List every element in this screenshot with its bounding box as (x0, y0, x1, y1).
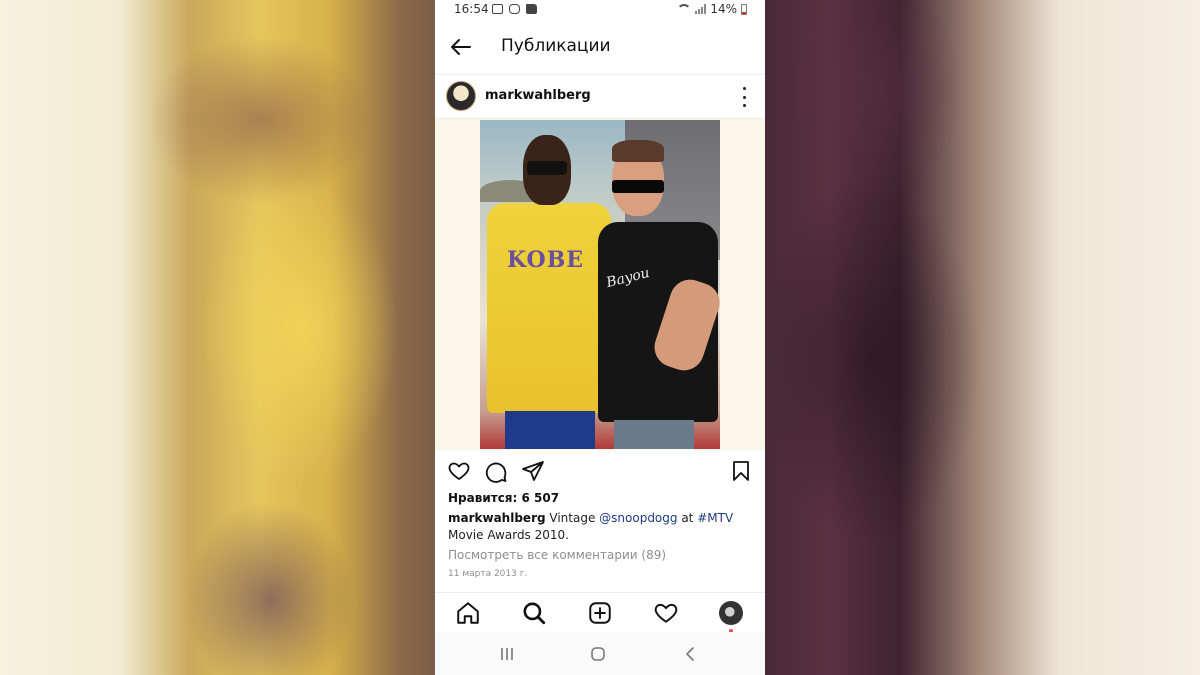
battery-percent: 14% (710, 2, 737, 16)
battery-icon (741, 3, 747, 15)
comment-icon[interactable] (484, 459, 508, 483)
page-title: Публикации (501, 36, 611, 56)
search-icon[interactable] (521, 600, 547, 626)
caption-mention[interactable]: @snoopdogg (599, 511, 677, 525)
post-header: markwahlberg (435, 74, 765, 119)
arrow-left-icon[interactable] (449, 35, 473, 59)
post-media: KOBE Bayou (435, 119, 765, 450)
system-navigation (435, 632, 765, 675)
status-time: 16:54 (454, 2, 489, 16)
bookmark-icon[interactable] (729, 459, 753, 483)
profile-avatar[interactable] (719, 601, 743, 625)
post-photo[interactable]: KOBE Bayou (480, 120, 720, 449)
bottom-navigation (435, 592, 765, 633)
caption-text: Movie Awards 2010. (448, 528, 569, 542)
phone-screen: 16:54 14% Публикации markwahlberg KOBE B… (435, 0, 765, 675)
home-icon[interactable] (455, 600, 481, 626)
app-header: Публикации (435, 20, 765, 74)
gallery-icon (492, 4, 503, 14)
more-vertical-icon[interactable] (737, 87, 751, 107)
shirt-text-left: KOBE (507, 247, 585, 273)
photo-person-right: Bayou (598, 140, 720, 449)
status-bar: 16:54 14% (435, 0, 765, 20)
avatar[interactable] (446, 81, 476, 111)
caption-username[interactable]: markwahlberg (448, 511, 546, 525)
caption-text: at (677, 511, 698, 525)
post-date: 11 марта 2013 г. (448, 569, 528, 579)
photo-person-left: KOBE (485, 135, 613, 449)
post-actions (435, 452, 765, 490)
wifi-icon (677, 4, 692, 14)
post-username[interactable]: markwahlberg (485, 88, 591, 103)
home-button-icon[interactable] (588, 644, 608, 664)
like-count[interactable]: Нравится: 6 507 (448, 491, 559, 505)
signal-icon (695, 4, 707, 14)
view-all-comments-link[interactable]: Посмотреть все комментарии (89) (448, 548, 666, 562)
notification-icons (492, 4, 537, 14)
folder-icon (526, 4, 537, 14)
recent-apps-icon[interactable] (497, 644, 517, 664)
caption-hashtag[interactable]: #MTV (697, 511, 733, 525)
status-right: 14% (677, 2, 747, 16)
send-icon[interactable] (521, 459, 545, 483)
heart-icon[interactable] (447, 459, 471, 483)
back-button-icon[interactable] (681, 644, 701, 664)
caption-text: Vintage (545, 511, 600, 525)
add-post-icon[interactable] (587, 600, 613, 626)
post-caption: markwahlberg Vintage @snoopdogg at #MTV … (448, 510, 753, 544)
activity-heart-icon[interactable] (653, 600, 679, 626)
instagram-icon (509, 4, 520, 14)
